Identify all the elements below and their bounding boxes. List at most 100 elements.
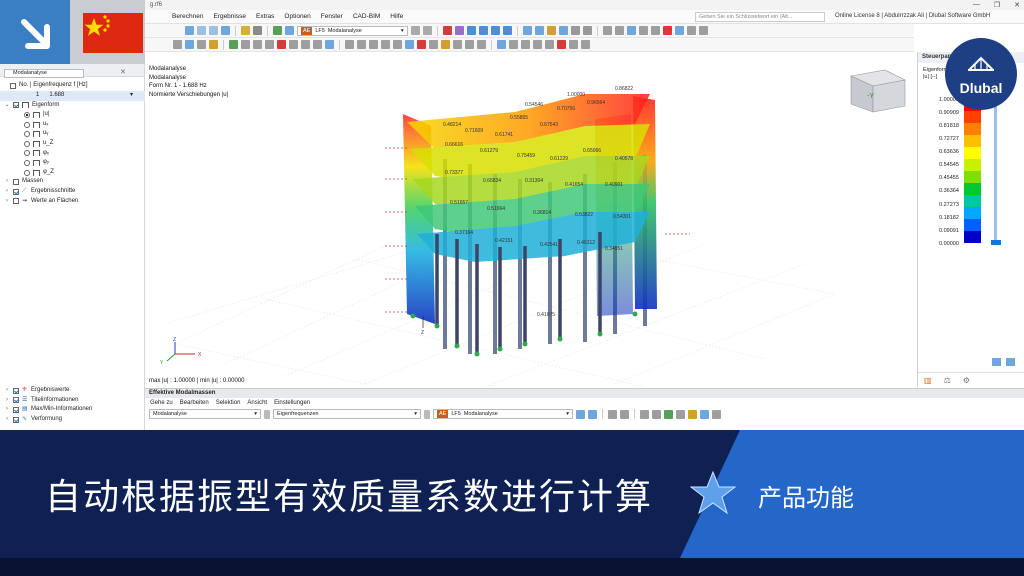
surface-icon[interactable] <box>581 40 590 49</box>
expand-icon[interactable]: ⌄ <box>4 101 10 111</box>
display-icon[interactable] <box>546 26 556 35</box>
model-canvas[interactable]: Z 1.00000 0.86822 0.96564 0.54546 0.70756 0.5… <box>145 64 917 387</box>
mode-phiy[interactable]: φᵧ <box>0 158 145 168</box>
tool-icon[interactable] <box>674 26 684 35</box>
menu-optionen[interactable]: Optionen <box>279 13 315 20</box>
menu-ergebnisse[interactable]: Ergebnisse <box>208 13 251 20</box>
member-icon[interactable] <box>441 40 450 49</box>
expand-icon[interactable]: › <box>4 386 10 396</box>
table-tool-icon[interactable] <box>576 409 585 419</box>
table-loadcase-select[interactable]: AE LF5 Modalanalyse ▾ <box>433 409 573 419</box>
tool-icon[interactable] <box>686 26 696 35</box>
tree-eigenform[interactable]: ⌄ Eigenform <box>0 101 145 111</box>
display-icon[interactable] <box>558 26 568 35</box>
mode-radio[interactable] <box>24 150 30 157</box>
select-icon[interactable] <box>185 40 194 49</box>
member-icon[interactable] <box>465 40 474 49</box>
tree-werte-flaechen[interactable]: › ⇝ Werte an Flächen <box>0 197 145 207</box>
model-viewport[interactable]: Z 1.00000 0.86822 0.96564 0.54546 0.70756 0.5… <box>145 64 917 387</box>
massen-checkbox[interactable] <box>13 179 19 186</box>
expand-icon[interactable]: › <box>4 405 10 415</box>
select-icon[interactable] <box>197 40 206 49</box>
node-icon[interactable] <box>301 40 310 49</box>
legend-tab-icon[interactable]: ▥ <box>924 376 932 385</box>
tool-icon[interactable] <box>662 26 672 35</box>
view-cube-icon[interactable]: -Y <box>849 69 906 113</box>
results-icon[interactable] <box>478 26 488 35</box>
member-icon[interactable] <box>453 40 462 49</box>
select-icon[interactable] <box>209 40 218 49</box>
node-icon[interactable] <box>229 40 238 49</box>
tool-icon[interactable] <box>626 26 636 35</box>
table-tool-icon[interactable] <box>620 409 629 419</box>
eigenform-checkbox[interactable] <box>13 102 19 109</box>
display-icon[interactable] <box>570 26 580 35</box>
table-tool-icon[interactable] <box>676 409 685 419</box>
member-icon[interactable] <box>393 40 402 49</box>
opt-ergebniswerte[interactable]: › ⁜ Ergebniswerte <box>0 386 145 396</box>
member-icon[interactable] <box>357 40 366 49</box>
menu-ansicht[interactable]: Ansicht <box>247 398 267 408</box>
surface-icon[interactable] <box>557 40 566 49</box>
node-icon[interactable] <box>325 40 334 49</box>
table-tool-icon[interactable] <box>700 409 709 419</box>
menu-extras[interactable]: Extras <box>251 13 279 20</box>
mode-radio[interactable] <box>24 140 30 147</box>
menu-selektion[interactable]: Selektion <box>216 398 241 408</box>
tool-icon[interactable] <box>698 26 708 35</box>
results-icon[interactable] <box>442 26 452 35</box>
view-icon[interactable] <box>197 26 206 35</box>
member-icon[interactable] <box>381 40 390 49</box>
navigator-select[interactable]: Modalanalyse <box>4 69 84 78</box>
mode-uy[interactable]: uᵧ <box>0 129 145 139</box>
werte-checkbox[interactable] <box>13 198 19 205</box>
mode-u[interactable]: |u| <box>0 110 145 120</box>
edit-icon[interactable] <box>253 26 262 35</box>
menu-einstellungen[interactable]: Einstellungen <box>274 398 310 408</box>
expand-icon[interactable]: › <box>4 415 10 425</box>
prev-icon[interactable] <box>264 409 270 419</box>
expand-icon[interactable]: › <box>4 177 10 187</box>
freq-select[interactable]: 1 1.688 ▾ <box>0 90 145 101</box>
surface-icon[interactable] <box>569 40 578 49</box>
table-select[interactable]: Eigenfrequenzen ▾ <box>273 409 421 419</box>
menu-fenster[interactable]: Fenster <box>316 13 348 20</box>
mode-ux[interactable]: uₓ <box>0 120 145 130</box>
opt-maxmin[interactable]: › ▤ Max/Min-Informationen <box>0 405 145 415</box>
opt-verformung[interactable]: › ∿ Verformung <box>0 415 145 425</box>
excel-icon[interactable] <box>664 409 673 419</box>
next-icon[interactable] <box>424 409 430 419</box>
expand-icon[interactable]: › <box>4 187 10 197</box>
loadcase-select[interactable]: AE LF5 Modalanalyse ▾ <box>297 25 408 36</box>
option-checkbox[interactable] <box>13 387 19 394</box>
surface-icon[interactable] <box>533 40 542 49</box>
tool-icon[interactable] <box>650 26 660 35</box>
close-button[interactable]: ✕ <box>1014 1 1020 9</box>
node-icon[interactable] <box>313 40 322 49</box>
surface-icon[interactable] <box>521 40 530 49</box>
analysis-select[interactable]: Modalanalyse ▾ <box>149 409 261 419</box>
table-tool-icon[interactable] <box>688 409 697 419</box>
next-icon[interactable] <box>422 26 432 35</box>
surface-icon[interactable] <box>545 40 554 49</box>
panel-settings-icon[interactable] <box>992 358 1001 366</box>
mode-phix[interactable]: φₓ <box>0 149 145 159</box>
view-icon[interactable] <box>221 26 230 35</box>
node-icon[interactable] <box>277 40 286 49</box>
member-icon[interactable] <box>345 40 354 49</box>
mode-radio[interactable] <box>24 121 30 128</box>
table-tool-icon[interactable] <box>640 409 649 419</box>
edit-icon[interactable] <box>241 26 250 35</box>
menu-bearbeiten[interactable]: Bearbeiten <box>180 398 209 408</box>
freq-checkbox[interactable] <box>10 82 16 89</box>
legend-slider-handle[interactable] <box>991 240 1001 245</box>
results-icon[interactable] <box>454 26 464 35</box>
node-icon[interactable] <box>265 40 274 49</box>
surface-icon[interactable] <box>497 40 506 49</box>
member-icon[interactable] <box>369 40 378 49</box>
menu-hilfe[interactable]: Hilfe <box>385 13 408 20</box>
mode-radio[interactable] <box>24 159 30 166</box>
menu-berechnen[interactable]: Berechnen <box>167 13 208 20</box>
display-icon[interactable] <box>582 26 592 35</box>
member-icon[interactable] <box>405 40 414 49</box>
